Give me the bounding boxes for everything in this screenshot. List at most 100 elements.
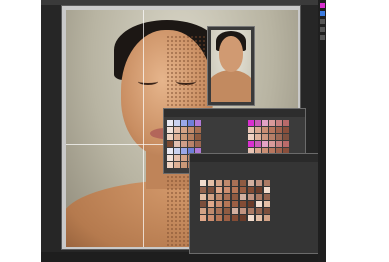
color-swatch[interactable]	[174, 141, 180, 147]
color-swatch[interactable]	[174, 127, 180, 133]
color-swatch[interactable]	[240, 187, 246, 193]
color-swatch[interactable]	[255, 134, 261, 140]
color-swatch[interactable]	[255, 141, 261, 147]
color-swatch[interactable]	[181, 141, 187, 147]
color-swatch[interactable]	[264, 208, 270, 214]
color-swatch[interactable]	[200, 187, 206, 193]
color-swatch[interactable]	[248, 208, 254, 214]
color-swatch[interactable]	[240, 180, 246, 186]
color-swatch[interactable]	[167, 148, 173, 154]
brush-panel-header[interactable]	[190, 154, 318, 162]
color-swatch[interactable]	[269, 127, 275, 133]
color-swatch[interactable]	[167, 120, 173, 126]
color-swatch[interactable]	[195, 127, 201, 133]
navigator-thumbnail[interactable]	[211, 30, 251, 102]
color-swatch[interactable]	[248, 120, 254, 126]
color-swatch[interactable]	[167, 141, 173, 147]
color-swatch[interactable]	[200, 194, 206, 200]
color-swatch[interactable]	[262, 127, 268, 133]
color-swatch[interactable]	[188, 127, 194, 133]
color-swatch[interactable]	[264, 201, 270, 207]
color-swatch[interactable]	[216, 187, 222, 193]
color-swatch[interactable]	[264, 194, 270, 200]
color-swatch[interactable]	[195, 120, 201, 126]
navigator-panel[interactable]	[207, 26, 255, 106]
color-swatch[interactable]	[200, 208, 206, 214]
color-swatch[interactable]	[224, 187, 230, 193]
vertical-guide[interactable]	[143, 10, 144, 247]
color-swatch[interactable]	[167, 134, 173, 140]
color-swatch[interactable]	[269, 141, 275, 147]
color-swatch[interactable]	[174, 120, 180, 126]
color-swatch[interactable]	[208, 201, 214, 207]
color-swatch[interactable]	[262, 141, 268, 147]
color-swatch[interactable]	[248, 180, 254, 186]
brush-tool-icon[interactable]	[319, 19, 325, 24]
color-swatch[interactable]	[181, 120, 187, 126]
color-swatch[interactable]	[276, 134, 282, 140]
history-icon[interactable]	[319, 27, 325, 32]
color-swatch[interactable]	[248, 215, 254, 221]
color-swatch[interactable]	[256, 208, 262, 214]
color-swatch[interactable]	[256, 215, 262, 221]
color-swatch[interactable]	[188, 141, 194, 147]
color-swatch[interactable]	[248, 194, 254, 200]
adjust-icon[interactable]	[319, 35, 325, 40]
color-swatch[interactable]	[167, 127, 173, 133]
color-swatch[interactable]	[224, 208, 230, 214]
color-swatch[interactable]	[248, 141, 254, 147]
color-swatch[interactable]	[264, 180, 270, 186]
color-swatch[interactable]	[269, 134, 275, 140]
color-swatch[interactable]	[255, 120, 261, 126]
color-swatch[interactable]	[195, 141, 201, 147]
color-swatch[interactable]	[283, 134, 289, 140]
color-swatch[interactable]	[224, 194, 230, 200]
color-swatch[interactable]	[283, 127, 289, 133]
color-swatch[interactable]	[232, 194, 238, 200]
layer-icon[interactable]	[319, 11, 325, 16]
color-swatch[interactable]	[276, 120, 282, 126]
color-swatch[interactable]	[240, 215, 246, 221]
color-swatch[interactable]	[283, 141, 289, 147]
color-swatch[interactable]	[188, 134, 194, 140]
color-swatch[interactable]	[269, 120, 275, 126]
color-swatch[interactable]	[216, 180, 222, 186]
color-swatch[interactable]	[232, 180, 238, 186]
color-icon[interactable]	[319, 3, 325, 8]
color-swatch[interactable]	[167, 155, 173, 161]
color-swatch[interactable]	[264, 215, 270, 221]
color-swatch[interactable]	[200, 180, 206, 186]
color-swatch[interactable]	[240, 201, 246, 207]
color-swatch[interactable]	[256, 180, 262, 186]
color-swatch[interactable]	[216, 208, 222, 214]
color-swatch[interactable]	[256, 194, 262, 200]
color-swatch[interactable]	[208, 215, 214, 221]
color-swatch[interactable]	[216, 215, 222, 221]
color-swatch[interactable]	[167, 162, 173, 168]
color-swatch[interactable]	[256, 201, 262, 207]
color-swatch[interactable]	[256, 187, 262, 193]
color-swatch[interactable]	[208, 180, 214, 186]
color-swatch[interactable]	[232, 187, 238, 193]
color-swatch[interactable]	[248, 201, 254, 207]
color-swatch[interactable]	[283, 120, 289, 126]
color-swatch[interactable]	[240, 208, 246, 214]
color-swatch[interactable]	[264, 187, 270, 193]
color-swatch[interactable]	[208, 187, 214, 193]
color-swatch[interactable]	[195, 134, 201, 140]
color-swatch[interactable]	[224, 201, 230, 207]
color-swatch[interactable]	[181, 148, 187, 154]
color-swatch[interactable]	[276, 141, 282, 147]
brush-presets-panel[interactable]	[189, 153, 319, 254]
color-swatch[interactable]	[216, 194, 222, 200]
color-swatch[interactable]	[174, 162, 180, 168]
color-swatch[interactable]	[181, 155, 187, 161]
color-swatch[interactable]	[188, 120, 194, 126]
brush-swatch-grid[interactable]	[200, 180, 271, 221]
color-swatch[interactable]	[216, 201, 222, 207]
color-swatch[interactable]	[174, 148, 180, 154]
color-swatch[interactable]	[181, 134, 187, 140]
color-swatch[interactable]	[232, 215, 238, 221]
color-swatch[interactable]	[174, 155, 180, 161]
color-swatch[interactable]	[262, 120, 268, 126]
